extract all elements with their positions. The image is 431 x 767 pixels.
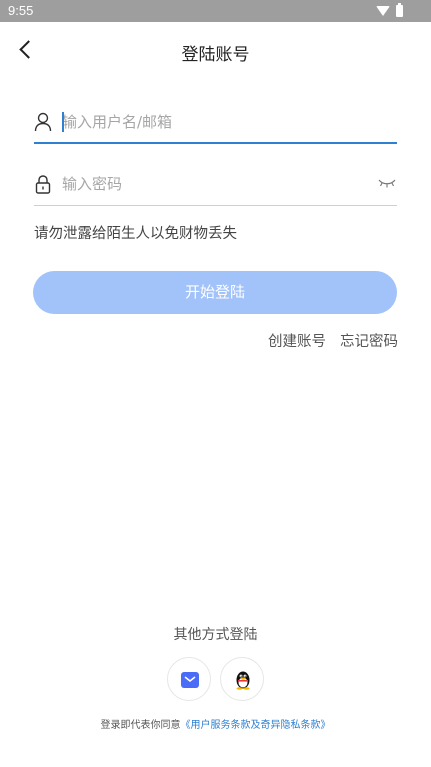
wifi-icon <box>376 6 390 16</box>
battery-icon <box>396 3 403 17</box>
agreement-notice: 登录即代表你同意《用户服务条款及奇异隐私条款》 <box>0 716 431 731</box>
qq-penguin-icon <box>236 671 250 690</box>
create-account-link[interactable]: 创建账号 <box>268 330 326 351</box>
text-cursor <box>62 112 64 132</box>
other-login-methods-label: 其他方式登陆 <box>173 627 258 643</box>
security-warning: 请勿泄露给陌生人以免财物丢失 <box>34 226 237 242</box>
eye-closed-icon[interactable] <box>377 176 397 190</box>
agreement-prefix: 登录即代表你同意 <box>100 720 181 731</box>
status-time: 9:55 <box>8 3 34 18</box>
qq-login-button[interactable] <box>220 657 264 701</box>
mail-login-button[interactable] <box>167 657 211 701</box>
status-bar: 9:55 <box>0 0 431 22</box>
lock-icon <box>35 175 51 194</box>
top-bar: 登陆账号 <box>0 22 431 78</box>
page-title: 登陆账号 <box>181 45 250 65</box>
user-icon <box>34 112 52 132</box>
username-input[interactable] <box>62 108 362 136</box>
login-button[interactable]: 开始登陆 <box>33 271 397 314</box>
password-input[interactable] <box>62 170 362 198</box>
username-field <box>34 104 397 144</box>
password-field <box>34 166 397 206</box>
agreement-link[interactable]: 《用户服务条款及奇异隐私条款》 <box>181 720 331 731</box>
mail-icon <box>181 672 199 688</box>
forgot-password-link[interactable]: 忘记密码 <box>340 330 398 351</box>
